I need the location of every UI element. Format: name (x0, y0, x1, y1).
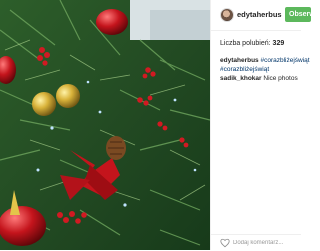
post-footer (211, 234, 301, 251)
follow-button[interactable]: Obserwuj (285, 7, 311, 22)
likes-label: Liczba polubień: (220, 40, 271, 47)
post-username[interactable]: edytaherbus (237, 10, 282, 19)
comment-item: sadik_khokar Nice photos (220, 74, 306, 83)
post-header: edytaherbus Obserwuj (211, 0, 311, 31)
caption-tag-2[interactable]: #corazbliżejświąt (220, 66, 269, 73)
caption: edytaherbus #corazbliżejświąt (220, 56, 310, 65)
caption-tag-1[interactable]: #corazbliżejświąt (260, 57, 309, 64)
post-sidebar: edytaherbus Obserwuj Liczba polubień: 32… (210, 0, 311, 251)
avatar[interactable] (220, 8, 234, 22)
post-photo[interactable] (0, 0, 210, 250)
comment-input[interactable] (233, 237, 301, 249)
comments-section: edytaherbus #corazbliżejświąt #corazbliż… (220, 56, 310, 83)
likes-number[interactable]: 329 (273, 40, 285, 47)
comment-username[interactable]: sadik_khokar (220, 75, 262, 82)
heart-icon[interactable] (220, 238, 230, 248)
comment-text: Nice photos (263, 75, 298, 82)
caption-tags-line: #corazbliżejświąt (220, 65, 306, 74)
caption-username[interactable]: edytaherbus (220, 57, 259, 64)
likes-count: Liczba polubień: 329 (220, 40, 284, 47)
christmas-tree-image (0, 0, 210, 250)
